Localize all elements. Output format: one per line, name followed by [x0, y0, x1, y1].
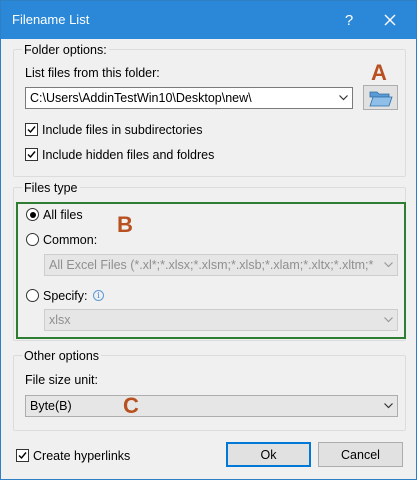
close-icon	[384, 14, 396, 26]
create-hyperlinks-label[interactable]: Create hyperlinks	[33, 448, 130, 464]
common-label[interactable]: Common:	[43, 232, 97, 248]
specify-filetype-combo[interactable]: xlsx	[44, 309, 398, 331]
open-folder-icon	[368, 91, 393, 106]
include-hidden-checkbox[interactable]	[25, 148, 38, 161]
other-options-group: Other options	[13, 348, 406, 431]
checkmark-icon	[27, 151, 36, 159]
checkmark-icon	[18, 452, 27, 460]
ok-button-label: Ok	[260, 447, 277, 462]
folder-path-combo[interactable]: C:\Users\AddinTestWin10\Desktop\new\	[25, 87, 353, 109]
specify-filetype-value: xlsx	[49, 313, 71, 327]
common-filetype-combo[interactable]: All Excel Files (*.xl*;*.xlsx;*.xlsm;*.x…	[44, 254, 398, 276]
annotation-b: B	[117, 212, 133, 237]
all-files-label[interactable]: All files	[43, 207, 83, 223]
checkmark-icon	[27, 126, 36, 134]
filename-list-dialog: Filename List ? Folder options: List fil…	[0, 0, 417, 480]
chevron-down-icon[interactable]	[334, 88, 352, 108]
help-icon: ?	[344, 11, 354, 29]
file-size-unit-combo[interactable]: Byte(B)	[25, 395, 398, 417]
folder-options-legend: Folder options:	[22, 42, 109, 58]
title-bar[interactable]: Filename List ?	[1, 1, 416, 39]
annotation-a: A	[371, 60, 387, 85]
close-button[interactable]	[375, 5, 405, 35]
browse-folder-button[interactable]	[363, 85, 398, 110]
help-button[interactable]: ?	[334, 5, 364, 35]
create-hyperlinks-checkbox[interactable]	[16, 449, 29, 462]
include-subdirs-checkbox[interactable]	[25, 123, 38, 136]
radio-selected-dot	[29, 211, 36, 218]
chevron-down-icon[interactable]	[379, 255, 397, 275]
folder-path-value: C:\Users\AddinTestWin10\Desktop\new\	[30, 91, 252, 105]
window-title: Filename List	[12, 12, 90, 27]
chevron-down-icon[interactable]	[379, 396, 397, 416]
cancel-button-label: Cancel	[341, 447, 380, 462]
list-files-label: List files from this folder:	[25, 66, 160, 80]
common-radio[interactable]	[26, 233, 39, 246]
file-size-unit-label: File size unit:	[25, 373, 98, 387]
common-filetype-value: All Excel Files (*.xl*;*.xlsx;*.xlsm;*.x…	[49, 258, 374, 272]
all-files-radio[interactable]	[26, 208, 39, 221]
file-size-unit-value: Byte(B)	[30, 399, 72, 413]
specify-label[interactable]: Specify:	[43, 288, 87, 304]
ok-button[interactable]: Ok	[226, 442, 311, 467]
annotation-c: C	[123, 393, 139, 418]
info-icon[interactable]: i	[93, 290, 104, 301]
chevron-down-icon[interactable]	[379, 310, 397, 330]
specify-radio[interactable]	[26, 289, 39, 302]
cancel-button[interactable]: Cancel	[318, 442, 403, 467]
include-hidden-label[interactable]: Include hidden files and foldres	[42, 147, 214, 163]
other-options-legend: Other options	[22, 348, 102, 364]
include-subdirs-label[interactable]: Include files in subdirectories	[42, 122, 203, 138]
files-type-legend: Files type	[22, 180, 80, 196]
